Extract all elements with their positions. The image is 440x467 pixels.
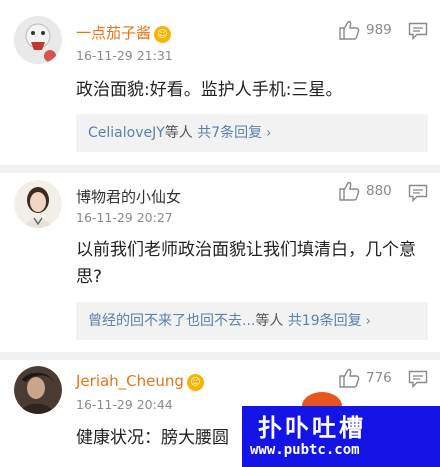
watermark-title: 扑卟吐槽: [258, 414, 366, 442]
comment-icon: [408, 22, 428, 41]
reply-author[interactable]: CelialoveJY: [88, 125, 165, 141]
chevron-right-icon: ›: [365, 314, 371, 329]
like-count: 880: [366, 183, 392, 199]
reply-others: 等人: [164, 125, 193, 141]
username[interactable]: 博物君的小仙女: [76, 186, 181, 207]
divider: [0, 352, 440, 360]
comment-icon: [408, 184, 428, 203]
comment-text: 以前我们老师政治面貌让我们填清白，几个意思?: [76, 240, 416, 287]
watermark-url: www.pubtc.com: [250, 442, 360, 458]
site-watermark: 扑卟吐槽 www.pubtc.com: [232, 392, 440, 467]
comment-text: 政治面貌:好看。监护人手机:三星。: [76, 80, 343, 100]
comment-reply-button[interactable]: [408, 22, 428, 41]
like-button[interactable]: 880: [338, 181, 398, 203]
chevron-right-icon: ›: [266, 126, 272, 141]
replies-link[interactable]: 曾经的回不来了也回不去...等人 共19条回复 ›: [76, 302, 428, 340]
reply-author[interactable]: 曾经的回不来了也回不去...: [88, 313, 255, 329]
like-count: 776: [366, 370, 392, 386]
timestamp: 16-11-29 20:27: [76, 210, 173, 225]
replies-link[interactable]: CelialoveJY等人 共7条回复 ›: [76, 114, 428, 152]
avatar[interactable]: [14, 16, 62, 64]
username[interactable]: Jeriah_Cheung ☺: [76, 372, 204, 391]
comment-reply-button[interactable]: [408, 184, 428, 203]
reply-others: 等人: [255, 313, 284, 329]
reply-count[interactable]: 共19条回复: [288, 313, 362, 329]
username[interactable]: 一点茄子酱 ☺: [76, 22, 172, 43]
avatar[interactable]: [14, 366, 62, 414]
reply-count[interactable]: 共7条回复: [197, 125, 262, 141]
vip-badge-icon: ☺: [186, 374, 204, 391]
timestamp: 16-11-29 21:31: [76, 48, 173, 63]
thumbs-up-icon: [339, 20, 360, 40]
like-button[interactable]: 776: [338, 368, 398, 390]
divider: [0, 165, 440, 173]
thumbs-up-icon: [339, 368, 360, 388]
vip-badge-icon: ☺: [154, 26, 172, 43]
timestamp: 16-11-29 20:44: [76, 397, 173, 412]
comment-reply-button[interactable]: [408, 370, 428, 389]
thumbs-up-icon: [339, 181, 360, 201]
avatar[interactable]: [14, 180, 62, 228]
like-count: 989: [366, 22, 392, 38]
comment-icon: [408, 370, 428, 389]
like-button[interactable]: 989: [338, 20, 398, 42]
